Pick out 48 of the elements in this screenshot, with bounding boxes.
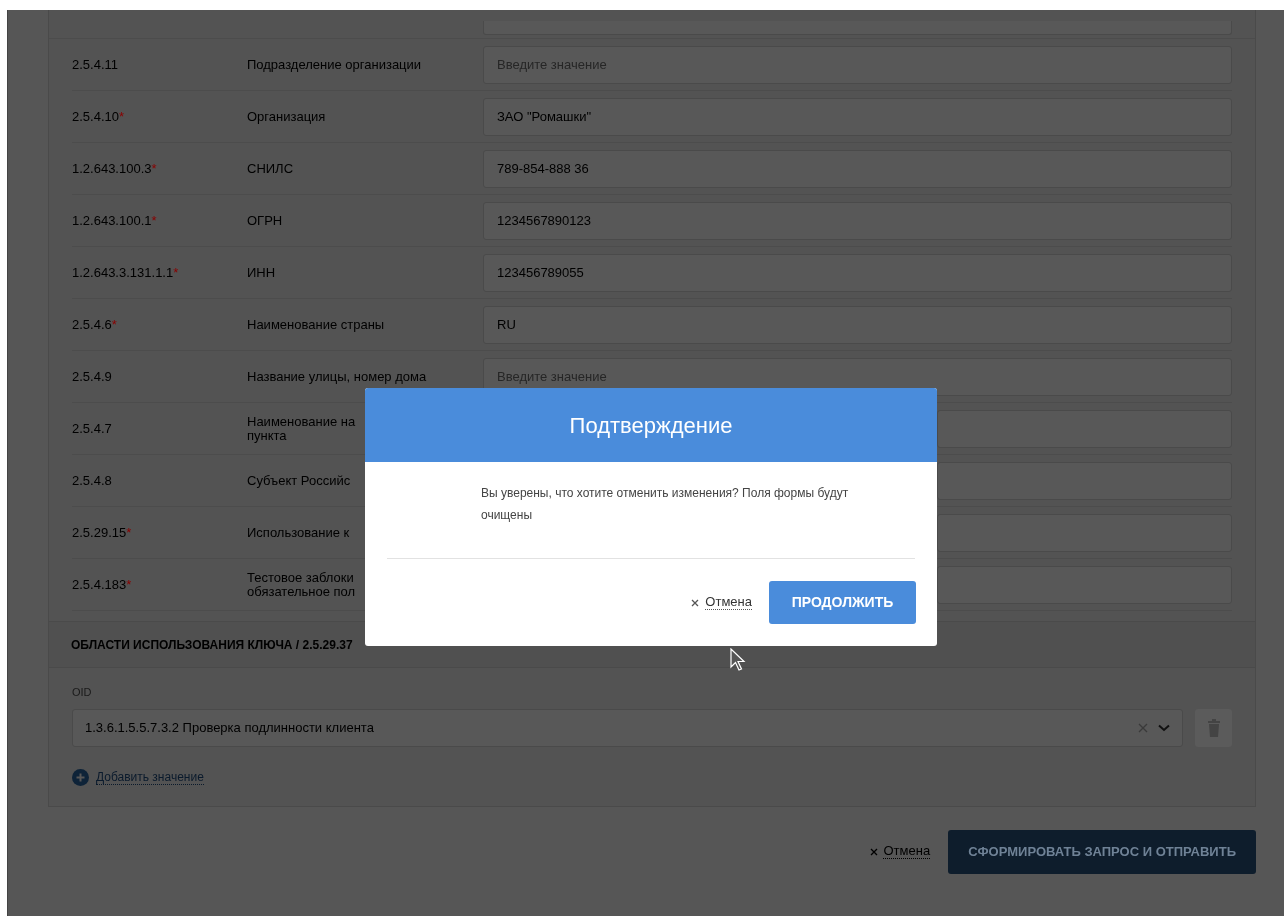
submit-button[interactable]: СФОРМИРОВАТЬ ЗАПРОС И ОТПРАВИТЬ bbox=[948, 829, 1256, 874]
oid-cell-text: 2.5.4.183* bbox=[72, 575, 133, 594]
input-field[interactable]: ЗАО "Ромашки" bbox=[483, 97, 1232, 136]
clear-icon[interactable] bbox=[1138, 722, 1148, 733]
oid-cell-text: 2.5.4.10* bbox=[72, 107, 126, 126]
oid-cell-text: 2.5.4.6* bbox=[72, 315, 118, 334]
plus-circle-icon[interactable] bbox=[72, 768, 89, 786]
field-label: Использование к bbox=[247, 525, 351, 540]
chevron-down-icon[interactable] bbox=[1158, 723, 1170, 732]
input-field[interactable]: 1234567890123 bbox=[483, 201, 1232, 240]
field-label: обязательное пол bbox=[247, 584, 357, 599]
dialog-title: Подтверждение bbox=[569, 411, 733, 440]
input-field[interactable]: RU bbox=[483, 305, 1232, 344]
field-label: Подразделение организации bbox=[247, 57, 423, 72]
field-label: СНИЛС bbox=[247, 161, 295, 176]
field-label: Наименование страны bbox=[247, 317, 386, 332]
field-label: Тестовое заблоки bbox=[247, 570, 355, 585]
continue-button[interactable]: ПРОДОЛЖИТЬ bbox=[769, 581, 916, 624]
field-label: Субъект Российс bbox=[247, 473, 352, 488]
dialog-cancel-link[interactable]: Отмена bbox=[691, 595, 752, 610]
field-label: Организация bbox=[247, 109, 327, 124]
field-label: ИНН bbox=[247, 265, 277, 280]
input-field[interactable] bbox=[937, 461, 1232, 500]
oid-select[interactable]: 1.3.6.1.5.5.7.3.2 Проверка подлинности клиента bbox=[72, 708, 1183, 747]
oid-cell-text: 1.2.643.100.3* bbox=[72, 159, 158, 178]
section-title: ОБЛАСТИ ИСПОЛЬЗОВАНИЯ КЛЮЧА / 2.5.29.37 bbox=[71, 636, 353, 654]
field-label: пункта bbox=[247, 428, 288, 443]
input-field[interactable]: 789-854-888 36 bbox=[483, 149, 1232, 188]
oid-cell-text: 1.2.643.100.1* bbox=[72, 211, 158, 230]
oid-cell-text: 2.5.4.11 bbox=[72, 55, 120, 74]
input-field[interactable] bbox=[937, 409, 1232, 448]
field-label: Наименование на bbox=[247, 414, 357, 429]
oid-cell-text: 2.5.29.15* bbox=[72, 523, 133, 542]
dialog-message: Вы уверены, что хотите отменить изменения? Поля формы будут очищены bbox=[481, 485, 850, 524]
oid-cell-text: 2.5.4.7 bbox=[72, 419, 113, 438]
input-field[interactable] bbox=[937, 513, 1232, 552]
field-label: Название улицы, номер дома bbox=[247, 369, 428, 384]
field-label: ОГРН bbox=[247, 213, 284, 228]
field-label: OID bbox=[72, 685, 93, 700]
close-icon bbox=[870, 847, 879, 856]
input-field[interactable]: 123456789055 bbox=[483, 253, 1232, 292]
add-value-link[interactable]: Добавить значение bbox=[96, 769, 204, 785]
cancel-link[interactable]: Отмена bbox=[870, 844, 931, 859]
oid-cell-text: 2.5.4.8 bbox=[72, 471, 113, 490]
input-field[interactable] bbox=[937, 565, 1232, 604]
close-icon bbox=[691, 598, 700, 607]
oid-cell-text: 2.5.4.9 bbox=[72, 367, 113, 386]
oid-cell-text: 1.2.643.3.131.1.1* bbox=[72, 263, 180, 282]
